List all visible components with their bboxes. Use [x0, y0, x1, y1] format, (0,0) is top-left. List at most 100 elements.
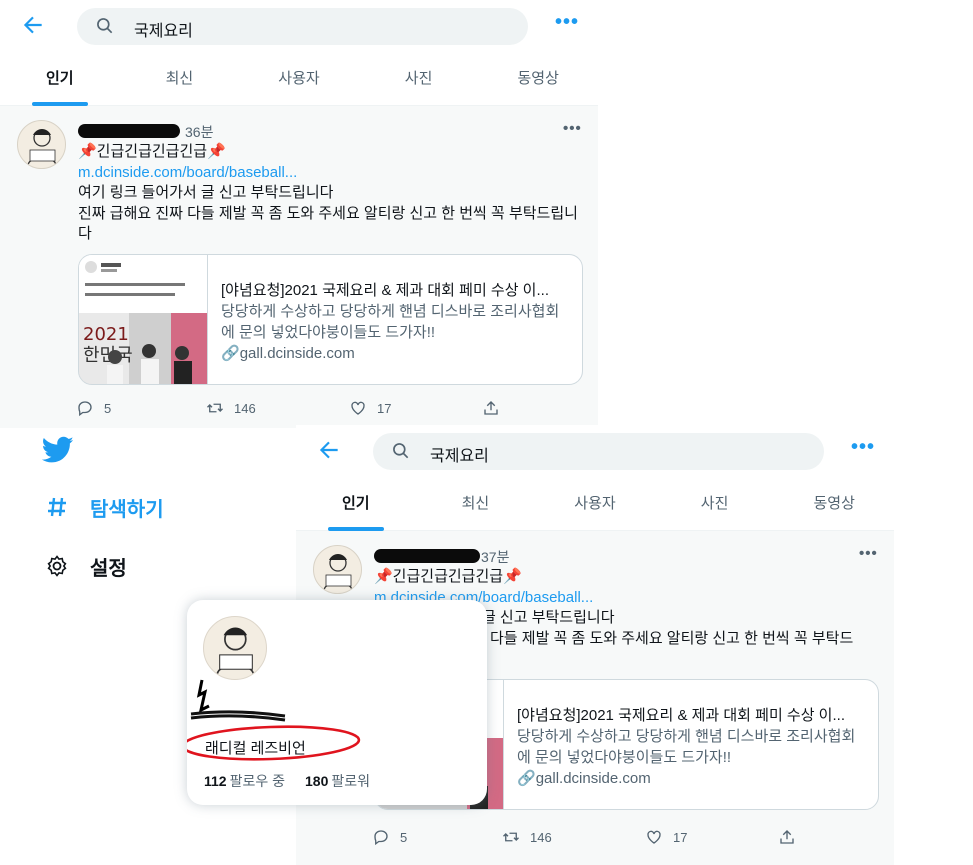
back-arrow-icon[interactable] [316, 437, 342, 463]
more-icon[interactable]: ••• [552, 12, 582, 38]
link-card[interactable]: 2021 한민국 [야념요청]2021 국제요리 & 제과 대회 페미 수상 이… [78, 254, 583, 385]
search-results-panel-top: 국제요리 ••• 인기 최신 사용자 사진 동영상 36분 ••• 📌긴급긴급긴… [0, 0, 598, 428]
search-icon [97, 18, 113, 34]
share-icon [780, 830, 794, 844]
reply-icon [78, 401, 92, 417]
tweet-time[interactable]: 37분 [481, 547, 509, 567]
tab-photos[interactable]: 사진 [655, 485, 775, 531]
like-button[interactable]: 17 [645, 827, 687, 847]
search-header: 국제요리 ••• 인기 최신 사용자 사진 동영상 [296, 425, 894, 531]
hashtag-icon [44, 494, 70, 520]
tab-people[interactable]: 사용자 [239, 60, 359, 106]
retweet-count: 146 [234, 400, 256, 416]
tweet-title: 📌긴급긴급긴급긴급📌 [374, 568, 522, 585]
retweet-button[interactable]: 146 [206, 398, 256, 418]
search-tabs: 인기 최신 사용자 사진 동영상 [0, 60, 598, 106]
redacted-username [78, 124, 180, 138]
reply-button[interactable]: 5 [372, 827, 407, 847]
card-description: 당당하게 수상하고 당당하게 핸념 디스바로 조리사협회에 문의 넣었다야붕이들… [517, 728, 856, 766]
gear-icon [44, 553, 70, 579]
tab-videos[interactable]: 동영상 [774, 485, 894, 531]
link-icon: 🔗 [517, 770, 536, 787]
followers-count: 180 [305, 773, 329, 789]
share-button[interactable] [778, 827, 796, 847]
nav-settings[interactable]: 설정 [44, 551, 127, 581]
card-domain: 🔗gall.dcinside.com [517, 769, 651, 787]
tab-label: 최신 [461, 495, 490, 512]
reply-icon [374, 830, 388, 846]
tab-label: 인기 [45, 70, 74, 87]
tab-photos[interactable]: 사진 [359, 60, 479, 106]
reply-count: 5 [400, 829, 408, 845]
tweet-line-2: 진짜 급해요 진짜 다들 제발 꼭 좀 도와 주세요 알티랑 신고 한 번씩 꼭… [78, 204, 578, 243]
link-icon: 🔗 [221, 345, 240, 362]
like-count: 17 [673, 829, 688, 845]
retweet-button[interactable]: 146 [502, 827, 552, 847]
tweet-more-icon[interactable]: ••• [859, 545, 878, 562]
nav-explore[interactable]: 탐색하기 [44, 492, 164, 522]
like-count: 17 [377, 400, 392, 416]
tab-underline [327, 527, 384, 531]
back-arrow-icon[interactable] [20, 12, 46, 38]
tab-underline [31, 102, 88, 106]
tab-label: 인기 [341, 495, 370, 512]
nav-settings-label: 설정 [90, 557, 127, 580]
profile-bio: 래디컬 레즈비언 [205, 740, 306, 757]
card-thumbnail: 2021 한민국 [79, 255, 208, 384]
card-title: [야념요청]2021 국제요리 & 제과 대회 페미 수상 이... [517, 707, 845, 724]
search-header: 국제요리 ••• 인기 최신 사용자 사진 동영상 [0, 0, 598, 106]
search-query: 국제요리 [430, 448, 489, 465]
avatar[interactable] [17, 120, 66, 169]
profile-hover-card[interactable]: 래디컬 레즈비언 112 팔로우 중 180 팔로워 [187, 600, 487, 805]
tweet-text: 📌긴급긴급긴급긴급📌 m.dcinside.com/board/baseball… [78, 142, 588, 245]
tweet-link[interactable]: m.dcinside.com/board/baseball... [78, 163, 588, 184]
avatar[interactable] [313, 545, 362, 594]
svg-text:한민국: 한민국 [83, 345, 133, 366]
reply-count: 5 [104, 400, 112, 416]
tab-top[interactable]: 인기 [0, 60, 120, 106]
followers-link[interactable]: 180 팔로워 [305, 771, 370, 791]
tab-label: 사진 [404, 70, 433, 87]
share-button[interactable] [482, 398, 500, 418]
following-count: 112 [204, 773, 227, 789]
search-tabs: 인기 최신 사용자 사진 동영상 [296, 485, 894, 531]
search-input[interactable]: 국제요리 [373, 433, 824, 470]
retweet-icon [503, 832, 519, 842]
card-title: [야념요청]2021 국제요리 & 제과 대회 페미 수상 이... [221, 282, 549, 299]
tab-label: 동영상 [517, 70, 559, 87]
like-icon [647, 830, 661, 844]
share-icon [484, 401, 498, 415]
following-label: 팔로우 중 [229, 773, 286, 789]
tab-people[interactable]: 사용자 [535, 485, 655, 531]
tweet-line-1: 여기 링크 들어가서 글 신고 부탁드립니다 [78, 184, 334, 201]
avatar[interactable] [203, 616, 267, 680]
like-icon [351, 401, 365, 415]
search-query: 국제요리 [134, 23, 193, 40]
tab-label: 동영상 [813, 495, 855, 512]
twitter-bird-icon[interactable] [41, 436, 74, 464]
tab-latest[interactable]: 최신 [416, 485, 536, 531]
tab-top[interactable]: 인기 [296, 485, 416, 531]
svg-text:2021: 2021 [83, 324, 129, 345]
tab-videos[interactable]: 동영상 [478, 60, 598, 106]
card-domain-text: gall.dcinside.com [535, 770, 651, 787]
tweet-actions: 5 146 17 [76, 398, 506, 418]
tab-label: 사용자 [278, 70, 320, 87]
follow-stats: 112 팔로우 중 180 팔로워 [204, 771, 370, 791]
reply-button[interactable]: 5 [76, 398, 111, 418]
tab-label: 최신 [165, 70, 194, 87]
following-link[interactable]: 112 팔로우 중 [204, 771, 285, 791]
tweet-title: 📌긴급긴급긴급긴급📌 [78, 143, 226, 160]
followers-label: 팔로워 [331, 773, 371, 789]
card-description: 당당하게 수상하고 당당하게 핸념 디스바로 조리사협회에 문의 넣었다야붕이들… [221, 303, 560, 341]
more-icon[interactable]: ••• [848, 437, 878, 463]
tweet-time[interactable]: 36분 [185, 122, 213, 142]
nav-explore-label: 탐색하기 [90, 498, 164, 521]
tweet-more-icon[interactable]: ••• [563, 120, 582, 137]
retweet-count: 146 [530, 829, 552, 845]
tab-latest[interactable]: 최신 [120, 60, 240, 106]
search-icon [393, 443, 409, 459]
like-button[interactable]: 17 [349, 398, 391, 418]
tab-label: 사진 [700, 495, 729, 512]
search-input[interactable]: 국제요리 [77, 8, 528, 45]
